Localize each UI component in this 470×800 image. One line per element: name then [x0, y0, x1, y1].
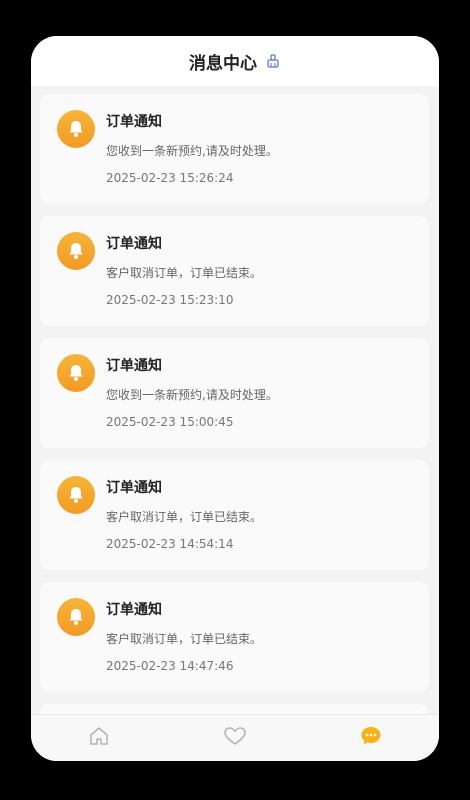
- notification-time: 2025-02-23 15:26:24: [106, 171, 234, 185]
- bell-icon: [57, 476, 95, 514]
- notification-card[interactable]: 订单通知 您收到一条新预约,请及时处理。 2025-02-23 15:26:24: [40, 94, 429, 204]
- bell-icon: [57, 598, 95, 636]
- notification-card[interactable]: 订单通知 客户取消订单，订单已结束。 2025-02-23 15:23:10: [40, 216, 429, 326]
- page-title: 消息中心: [189, 53, 257, 74]
- notification-message: 客户取消订单，订单已结束。: [106, 632, 263, 646]
- app-screen: 消息中心 订单通知 您收到一条新预约,请及时处理。 2025-02-23 15:…: [31, 36, 439, 761]
- notification-title: 订单通知: [106, 358, 162, 374]
- home-icon: [88, 725, 110, 751]
- bottom-tab-bar: [31, 714, 439, 761]
- chat-icon: [359, 725, 383, 751]
- bell-icon: [57, 110, 95, 148]
- notification-time: 2025-02-23 15:00:45: [106, 415, 234, 429]
- tab-favorites[interactable]: [215, 718, 255, 758]
- notification-time: 2025-02-23 14:54:14: [106, 537, 234, 551]
- tab-home[interactable]: [79, 718, 119, 758]
- notification-time: 2025-02-23 14:47:46: [106, 659, 234, 673]
- tab-messages[interactable]: [351, 718, 391, 758]
- broom-icon[interactable]: [265, 53, 281, 69]
- notification-message: 客户取消订单，订单已结束。: [106, 266, 263, 280]
- notification-title: 订单通知: [106, 480, 162, 496]
- page-header: 消息中心: [31, 36, 439, 86]
- notification-card[interactable]: 订单通知 客户取消订单，订单已结束。 2025-02-23 14:54:14: [40, 460, 429, 570]
- notification-title: 订单通知: [106, 602, 162, 618]
- notification-message: 您收到一条新预约,请及时处理。: [106, 388, 278, 402]
- notification-card[interactable]: 订单通知 客户取消订单，订单已结束。 2025-02-23 14:47:46: [40, 582, 429, 692]
- notification-title: 订单通知: [106, 236, 162, 252]
- notification-time: 2025-02-23 15:23:10: [106, 293, 234, 307]
- bell-icon: [57, 232, 95, 270]
- notification-card[interactable]: 订单通知 您收到一条新预约,请及时处理。 2025-02-23 15:00:45: [40, 338, 429, 448]
- notification-title: 订单通知: [106, 114, 162, 130]
- notification-list: 订单通知 您收到一条新预约,请及时处理。 2025-02-23 15:26:24…: [40, 94, 429, 761]
- notification-message: 客户取消订单，订单已结束。: [106, 510, 263, 524]
- bell-icon: [57, 354, 95, 392]
- heart-icon: [223, 725, 247, 751]
- notification-message: 您收到一条新预约,请及时处理。: [106, 144, 278, 158]
